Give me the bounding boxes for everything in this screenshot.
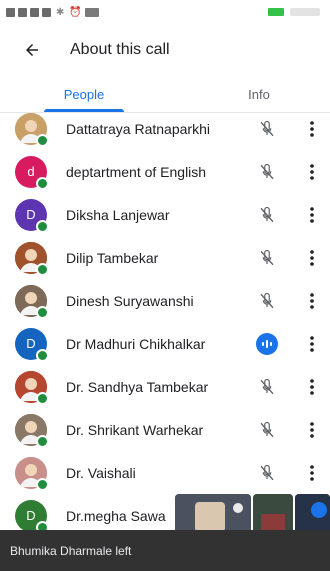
more-options-icon[interactable]: [302, 246, 322, 270]
participant-name: Dr. Shrikant Warhekar: [66, 421, 204, 438]
participant-row[interactable]: Dr. Vaishali: [0, 451, 330, 494]
mic-muted-icon: [256, 290, 278, 312]
avatar: [15, 284, 49, 319]
avatar-initial: D: [26, 207, 36, 222]
participant-name: Diksha Lanjewar: [66, 206, 170, 223]
notification-icon: [30, 7, 39, 17]
participant-row[interactable]: Dilip Tambekar: [0, 236, 330, 279]
more-options-icon[interactable]: [302, 160, 322, 184]
tab-people[interactable]: People: [32, 76, 136, 112]
participant-row[interactable]: Dinesh Suryawanshi: [0, 279, 330, 322]
tab-info[interactable]: Info: [214, 76, 304, 112]
mic-muted-icon: [256, 419, 278, 441]
alarm-icon: ⏰: [69, 6, 82, 18]
status-bar: ✱ ⏰: [0, 0, 330, 24]
snackbar: Bhumika Dharmale left: [0, 530, 330, 571]
status-bar-left: ✱ ⏰: [6, 7, 99, 18]
avatar: [15, 241, 49, 276]
tab-info-label: Info: [248, 86, 270, 102]
avatar: [15, 113, 49, 147]
participant-name: Dr.megha Sawa: [66, 507, 166, 524]
more-options-icon[interactable]: [302, 461, 322, 485]
avatar-initial: d: [27, 164, 35, 179]
speaking-indicator-icon: [256, 332, 278, 355]
more-options-icon[interactable]: [302, 375, 322, 399]
participant-name: Dinesh Suryawanshi: [66, 292, 194, 309]
participant-name: Dr Madhuri Chikhalkar: [66, 335, 206, 352]
status-bar-right: [268, 8, 320, 16]
presence-dot: [36, 176, 49, 190]
avatar-initial: D: [26, 336, 36, 351]
participant-name: Dr. Sandhya Tambekar: [66, 378, 209, 395]
more-options-icon[interactable]: [302, 289, 322, 313]
bluetooth-icon: ✱: [56, 6, 65, 18]
tab-people-label: People: [63, 86, 105, 102]
presence-dot: [36, 262, 49, 276]
battery-icon: [268, 8, 284, 16]
mic-muted-icon: [256, 161, 278, 183]
avatar: [15, 456, 49, 491]
back-arrow-icon[interactable]: [8, 26, 56, 74]
notification-icon: [18, 7, 27, 17]
participant-name: Dilip Tambekar: [66, 249, 159, 266]
participant-row[interactable]: Dr. Sandhya Tambekar: [0, 365, 330, 408]
avatar: d: [15, 155, 49, 190]
page-title: About this call: [70, 41, 170, 58]
participant-name: Dattatraya Ratnaparkhi: [66, 120, 210, 137]
presence-dot: [36, 348, 49, 362]
mic-muted-icon: [256, 462, 278, 484]
notification-icon: [42, 7, 51, 17]
more-options-icon[interactable]: [302, 332, 322, 356]
more-options-icon[interactable]: [302, 117, 322, 141]
mic-muted-icon: [256, 204, 278, 226]
signal-icon: [290, 8, 320, 16]
avatar: [15, 370, 49, 405]
participant-row[interactable]: D Diksha Lanjewar: [0, 193, 330, 236]
avatar: D: [15, 327, 49, 362]
tab-bar: People Info: [0, 76, 330, 112]
avatar: D: [15, 198, 49, 233]
mic-muted-icon: [256, 247, 278, 269]
participant-row[interactable]: Dr. Shrikant Warhekar: [0, 408, 330, 451]
presence-dot: [36, 219, 49, 233]
presence-dot: [36, 391, 49, 405]
participant-row[interactable]: Dattatraya Ratnaparkhi: [0, 113, 330, 150]
more-options-icon[interactable]: [302, 203, 322, 227]
mic-muted-icon: [256, 376, 278, 398]
participant-name: Dr. Vaishali: [66, 464, 136, 481]
snackbar-text: Bhumika Dharmale left: [10, 543, 132, 558]
app-header: About this call: [0, 24, 330, 76]
mic-muted-icon: [256, 118, 278, 140]
participant-row[interactable]: d deptartment of English: [0, 150, 330, 193]
presence-dot: [36, 477, 49, 491]
avatar: D: [15, 499, 49, 534]
presence-dot: [36, 305, 49, 319]
participant-list[interactable]: Dattatraya Ratnaparkhi d deptartment of En…: [0, 113, 330, 538]
data-badge-icon: [84, 7, 99, 17]
more-options-icon[interactable]: [302, 418, 322, 442]
presence-dot: [36, 133, 49, 147]
avatar-initial: D: [26, 508, 36, 523]
participant-name: deptartment of English: [66, 163, 207, 180]
avatar: [15, 413, 49, 448]
notification-icon: [6, 7, 15, 17]
participant-row[interactable]: D Dr Madhuri Chikhalkar: [0, 322, 330, 365]
presence-dot: [36, 434, 49, 448]
